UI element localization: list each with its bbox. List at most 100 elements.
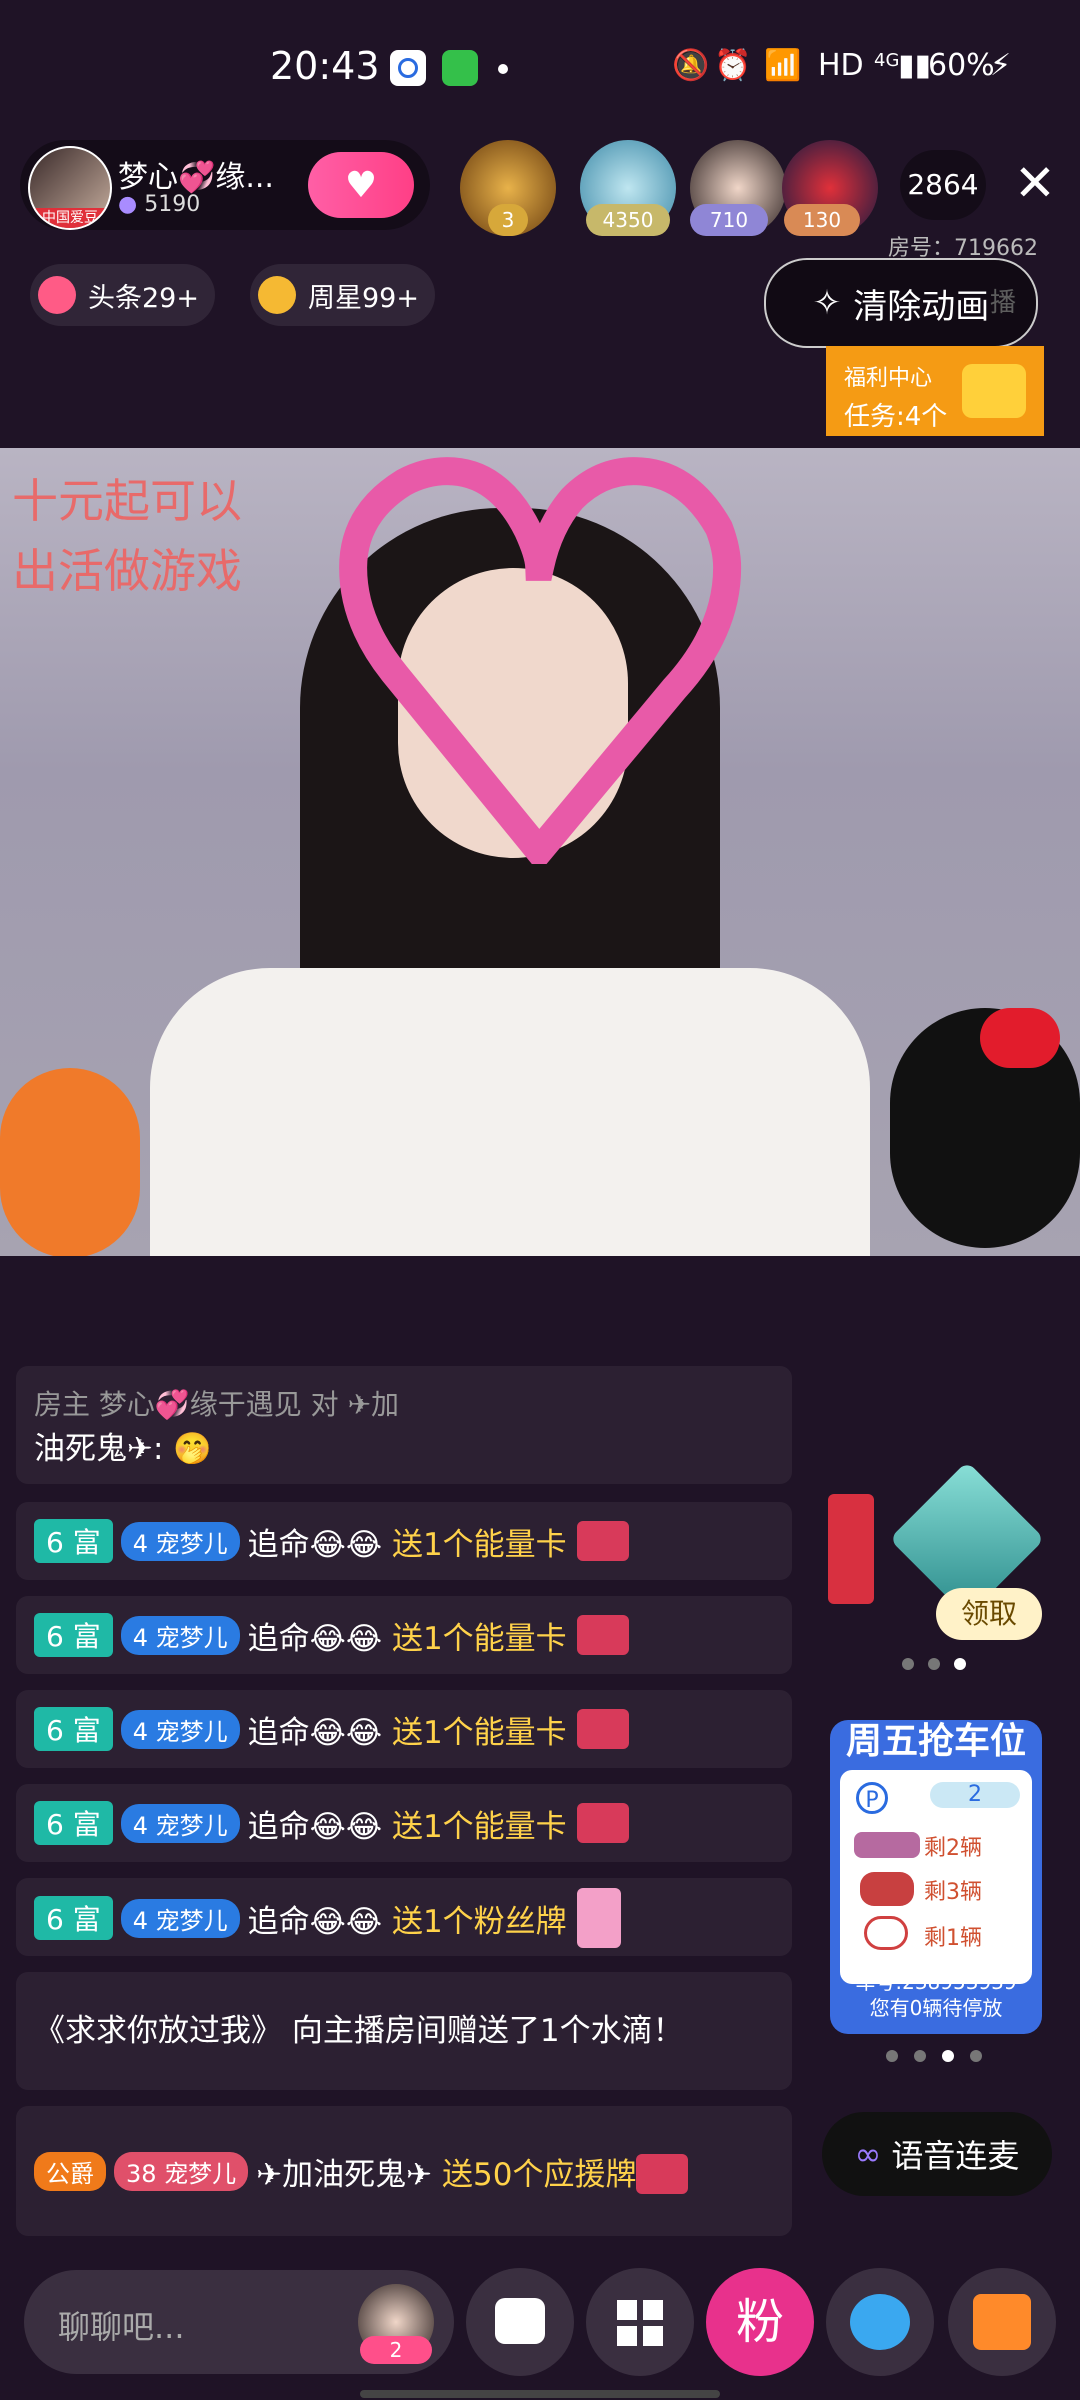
fans-icon: ● <box>118 192 138 217</box>
close-icon: ✕ <box>1014 154 1056 212</box>
headline-chip[interactable]: 头条29+ <box>30 264 215 326</box>
chat-message[interactable]: 6 富 4 宠梦儿 追命😂😂 送1个能量卡 <box>16 1784 792 1862</box>
chat-partial-line: 房主 梦心💞缘于遇见 对 ✈加 <box>34 1387 400 1421</box>
wealth-level-badge: 6 富 <box>34 1613 113 1657</box>
chat-message[interactable]: 公爵 38 宠梦儿 ✈加油死鬼✈ 送50个应援牌 <box>16 2106 792 2236</box>
fans-club-label: 粉 <box>735 2294 784 2350</box>
viewer-badge: 130 <box>784 204 860 236</box>
wifi-icon: 📶 <box>764 48 802 83</box>
energy-card-icon <box>576 1615 629 1655</box>
pet-level: 4 <box>132 1717 148 1746</box>
fan-badge-icon <box>576 1888 621 1948</box>
chat-message[interactable]: 6 富 4 宠梦儿 追命😂😂 送1个能量卡 <box>16 1502 792 1580</box>
parking-event-card[interactable]: 周五抢车位 P 2 剩2辆 剩3辆 剩1辆 车号:238953939 您有0辆待… <box>830 1720 1042 2034</box>
parking-remaining: 剩2辆 <box>924 1836 982 1861</box>
weekly-star-label: 周星99+ <box>308 282 419 314</box>
gift-action: 送1个能量卡 <box>391 1808 567 1845</box>
broom-icon: ✧ <box>812 283 842 323</box>
headline-label: 头条29+ <box>88 282 199 314</box>
clear-animation-label: 清除动画 <box>853 286 990 327</box>
bow <box>980 1008 1060 1068</box>
pet-level: 38 <box>126 2159 157 2188</box>
fans-club-button[interactable]: 粉 <box>706 2268 814 2376</box>
wealth-level-badge: 6 富 <box>34 1707 113 1751</box>
chat-input[interactable]: 聊聊吧... 2 <box>24 2270 454 2374</box>
message-icon <box>495 2298 545 2344</box>
chat-message[interactable]: 房主 梦心💞缘于遇见 对 ✈加 油死鬼✈: 🤭 <box>16 1366 792 1484</box>
video-overlay-text: 十元起可以 出活做游戏 <box>12 466 242 606</box>
pet-name: 宠梦儿 <box>155 1529 228 1558</box>
status-time: 20:43 <box>270 44 380 88</box>
gift-action: 送1个能量卡 <box>391 1526 567 1563</box>
pet-name: 宠梦儿 <box>155 1811 228 1840</box>
chat-message[interactable]: 6 富 4 宠梦儿 追命😂😂 送1个能量卡 <box>16 1690 792 1768</box>
chat-system-message[interactable]: 《求求你放过我》 向主播房间赠送了1个水滴！ <box>16 1972 792 2090</box>
chat-user: 追命😂😂 <box>247 1714 383 1751</box>
chat-message[interactable]: 6 富 4 宠梦儿 追命😂😂 送1个能量卡 <box>16 1596 792 1674</box>
claim-button[interactable]: 领取 <box>936 1588 1042 1640</box>
parking-p-icon: P <box>856 1782 888 1814</box>
carousel-dot <box>902 1658 914 1670</box>
carousel-dot <box>970 2050 982 2062</box>
heart-gift-animation: ♥ <box>293 448 787 973</box>
carousel-dot <box>942 2050 954 2062</box>
cheer-badge-icon <box>636 2154 689 2194</box>
carousel-dot <box>928 1658 940 1670</box>
gift-icon <box>973 2294 1031 2350</box>
wealth-level-badge: 6 富 <box>34 1519 113 1563</box>
more-dot-icon <box>498 64 508 74</box>
parking-remaining: 剩1辆 <box>924 1926 982 1951</box>
gift-button[interactable] <box>948 2268 1056 2376</box>
pet-name: 宠梦儿 <box>155 1906 228 1935</box>
parking-plate: 车号:238953939 <box>855 1970 1017 1994</box>
app-notification-icon <box>442 50 478 86</box>
red-packet-icon[interactable] <box>828 1494 874 1604</box>
overlay-line-1: 十元起可以 <box>12 474 242 528</box>
host-avatar[interactable]: 中国爱豆 <box>28 146 112 230</box>
chat-user: 追命😂😂 <box>247 1808 383 1845</box>
battery-level: 60% <box>928 48 995 83</box>
viewer-count[interactable]: 2864 <box>900 150 986 220</box>
weekly-star-chip[interactable]: 周星99+ <box>250 264 435 326</box>
pet-badge: 4 宠梦儿 <box>120 1898 240 1938</box>
follow-button[interactable]: ♥ <box>308 152 414 218</box>
pet-badge: 38 宠梦儿 <box>114 2151 249 2191</box>
pet-badge: 4 宠梦儿 <box>120 1615 240 1655</box>
pet-badge: 4 宠梦儿 <box>120 1803 240 1843</box>
game-button[interactable] <box>826 2268 934 2376</box>
fans-value: 5190 <box>144 192 201 217</box>
parking-pending: 您有0辆待停放 <box>869 1996 1003 2020</box>
car-icon <box>854 1832 920 1858</box>
voice-link-button[interactable]: ∞ 语音连麦 <box>822 2112 1052 2196</box>
pet-name: 宠梦儿 <box>155 1623 228 1652</box>
grid-icon <box>617 2300 663 2346</box>
avatar-tag: 中国爱豆 <box>30 208 110 228</box>
heart-plus-icon: ♥ <box>344 164 378 206</box>
host-shirt <box>150 968 870 1256</box>
chat-user: 追命😂😂 <box>247 1620 383 1657</box>
welfare-center[interactable]: 福利中心 任务:4个 <box>826 346 1044 436</box>
viewer-badge: 3 <box>488 204 528 236</box>
link-icon: ∞ <box>854 2135 882 2173</box>
chat-user: ✈加油死鬼✈ <box>256 2156 433 2193</box>
carousel-dot <box>954 1658 966 1670</box>
status-bar: 20:43 🔕 ⏰ 📶 HD 4G ▮▮ 60% ⚡ <box>0 0 1080 135</box>
parking-title: 周五抢车位 <box>845 1721 1026 1762</box>
system-message-text: 《求求你放过我》 向主播房间赠送了1个水滴！ <box>34 2013 684 2049</box>
wealth-level-badge: 6 富 <box>34 1801 113 1845</box>
energy-card-icon <box>576 1521 629 1561</box>
more-apps-button[interactable] <box>586 2268 694 2376</box>
clear-animation-button[interactable]: ✧ 清除动画 <box>764 258 1038 348</box>
audience-count-badge: 2 <box>360 2336 432 2364</box>
host-name: 梦心💞缘... <box>118 160 274 195</box>
hd-label: HD <box>818 48 864 83</box>
chat-message[interactable]: 6 富 4 宠梦儿 追命😂😂 送1个粉丝牌 <box>16 1878 792 1956</box>
barrage-button[interactable] <box>466 2268 574 2376</box>
alarm-icon: ⏰ <box>714 48 752 83</box>
star-icon <box>258 276 296 314</box>
pet-level: 4 <box>132 1906 148 1935</box>
home-indicator <box>360 2390 720 2398</box>
pet-badge: 4 宠梦儿 <box>120 1521 240 1561</box>
close-button[interactable]: ✕ <box>1010 158 1060 208</box>
viewer-badge: 710 <box>690 204 768 236</box>
